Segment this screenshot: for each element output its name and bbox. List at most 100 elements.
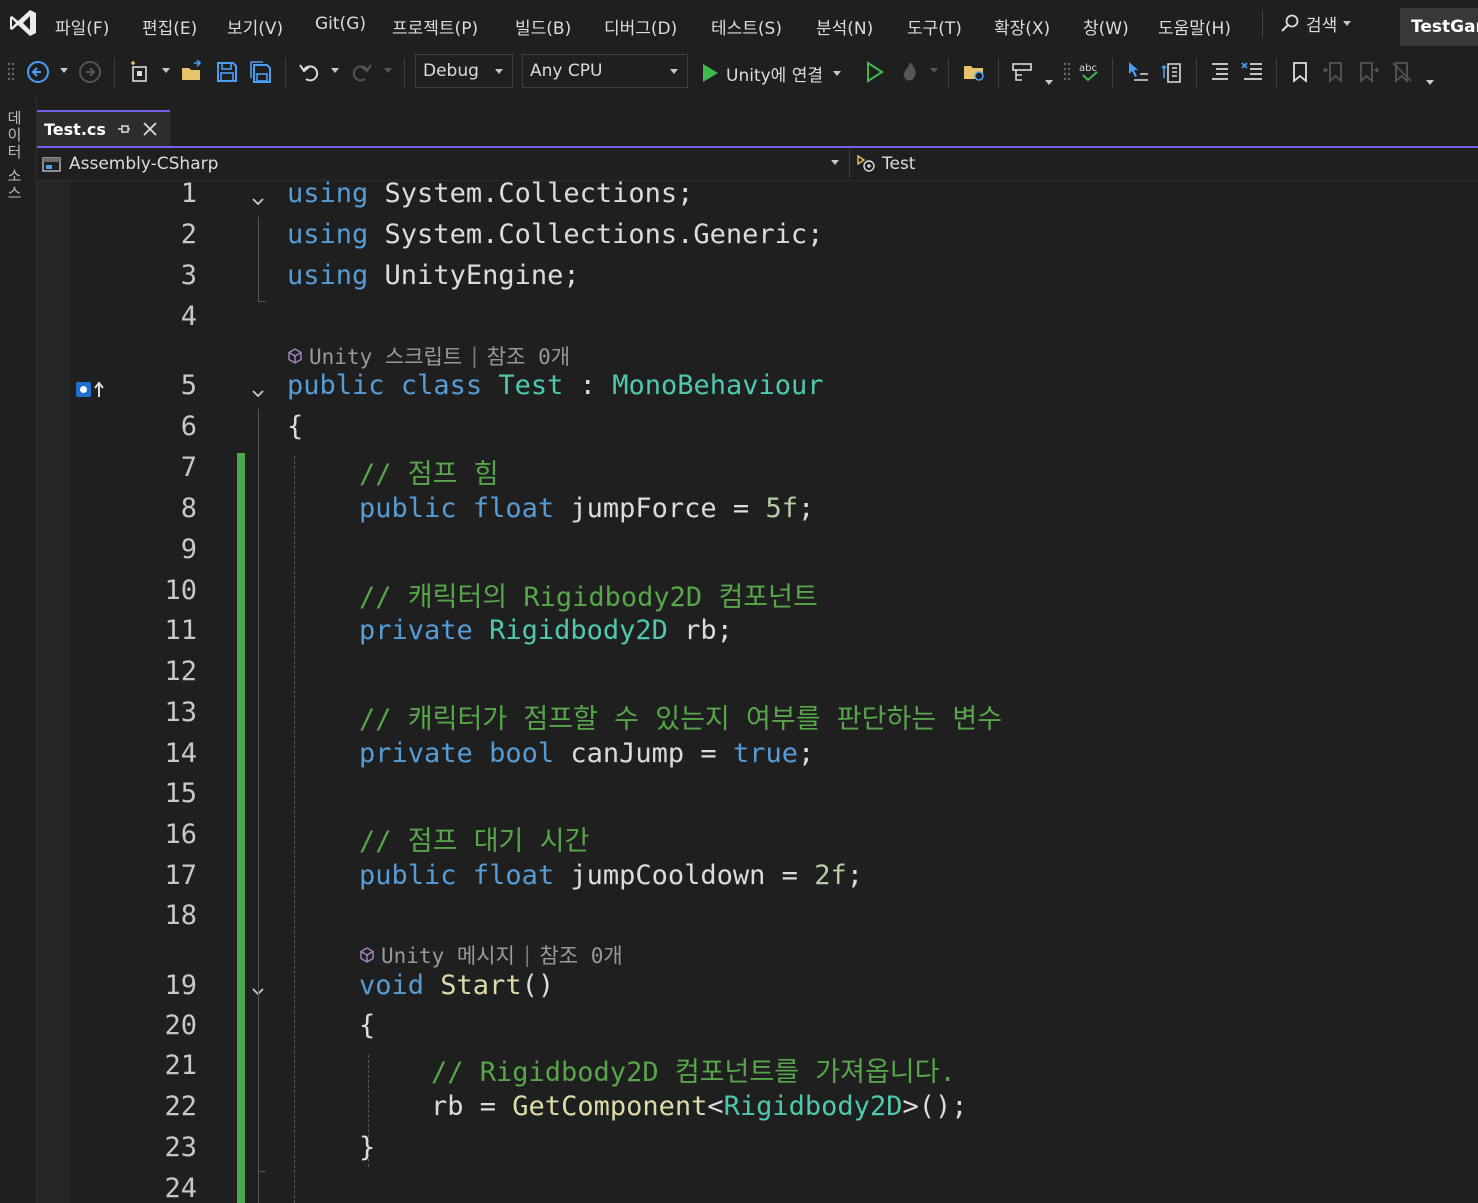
code-token: : xyxy=(579,370,596,401)
toolbar-separator xyxy=(1276,58,1277,88)
code-line[interactable]: // 캐릭터가 점프할 수 있는지 여부를 판단하는 변수 xyxy=(359,697,1002,736)
save-all-icon[interactable] xyxy=(249,60,273,84)
start-without-debugging-icon[interactable] xyxy=(862,60,886,84)
code-line[interactable]: private bool canJump = true; xyxy=(359,738,814,769)
menu-tools[interactable]: 도구(T) xyxy=(907,14,962,39)
codelens-references[interactable]: 참조 0개 xyxy=(487,341,570,371)
menu-window[interactable]: 창(W) xyxy=(1083,14,1129,39)
clear-bookmarks-icon[interactable] xyxy=(1390,60,1414,84)
code-line[interactable]: using System.Collections; xyxy=(287,181,693,209)
menu-debug[interactable]: 디버그(D) xyxy=(604,14,677,39)
code-token: System.Collections.Generic; xyxy=(384,219,824,250)
codelens-unity-label[interactable]: Unity 메시지 xyxy=(381,940,515,970)
pin-icon[interactable] xyxy=(116,121,132,137)
indent-guide xyxy=(294,456,295,1203)
type-dropdown[interactable]: Test xyxy=(849,150,915,178)
navigate-back-dropdown-icon[interactable] xyxy=(60,68,68,73)
toolbar-overflow-icon[interactable] xyxy=(1426,80,1434,85)
code-line[interactable]: { xyxy=(359,1010,375,1041)
save-icon[interactable] xyxy=(215,60,239,84)
solution-configuration-dropdown[interactable]: Debug xyxy=(415,54,513,88)
code-token: // 캐릭터의 Rigidbody2D 컴포넌트 xyxy=(359,582,818,613)
code-line[interactable]: // 점프 힘 xyxy=(359,452,499,491)
toolbar-grip-icon[interactable] xyxy=(1062,60,1072,84)
line-number: 24 xyxy=(164,1173,197,1203)
go-to-base-icon[interactable] xyxy=(75,379,107,401)
navigate-forward-icon[interactable] xyxy=(78,60,102,84)
next-bookmark-icon[interactable] xyxy=(1356,60,1380,84)
menu-project[interactable]: 프로젝트(P) xyxy=(392,14,478,39)
open-folder-in-explorer-icon[interactable] xyxy=(962,60,986,84)
code-line[interactable]: rb = GetComponent<Rigidbody2D>(); xyxy=(431,1091,967,1122)
attach-to-unity-button[interactable]: Unity에 연결 xyxy=(700,58,841,88)
code-line[interactable]: // 캐릭터의 Rigidbody2D 컴포넌트 xyxy=(359,575,818,614)
project-dropdown[interactable]: Assembly-CSharp xyxy=(41,150,844,178)
tab-test-cs[interactable]: Test.cs xyxy=(37,110,170,146)
solution-name-badge[interactable]: TestGan xyxy=(1400,8,1478,46)
unity-cube-icon xyxy=(288,348,302,364)
comment-lines-icon[interactable] xyxy=(1208,60,1232,84)
open-folder-icon[interactable] xyxy=(180,60,204,84)
chevron-down-icon xyxy=(831,160,839,165)
code-editor[interactable]: Unity 스크립트 | 참조 0개 Unity 메시지 | 참조 0개 1 us… xyxy=(37,181,1478,1203)
code-line[interactable]: using UnityEngine; xyxy=(287,260,580,291)
undo-icon[interactable] xyxy=(297,60,321,84)
navigate-back-icon[interactable] xyxy=(26,60,50,84)
previous-bookmark-icon[interactable] xyxy=(1322,60,1346,84)
copy-structure-icon[interactable] xyxy=(1160,60,1184,84)
project-name: Assembly-CSharp xyxy=(69,154,219,174)
collapse-region-icon[interactable] xyxy=(251,387,265,401)
menu-extensions[interactable]: 확장(X) xyxy=(994,14,1050,39)
hot-reload-dropdown-icon[interactable] xyxy=(930,68,938,73)
spell-check-icon[interactable]: abc xyxy=(1078,60,1102,84)
hot-reload-icon[interactable] xyxy=(898,60,922,84)
code-line[interactable]: public float jumpCooldown = 2f; xyxy=(359,860,863,891)
solution-explorer-icon[interactable] xyxy=(1010,60,1034,84)
chevron-down-icon[interactable] xyxy=(833,70,841,76)
select-cursor-icon[interactable] xyxy=(1126,60,1150,84)
new-project-icon[interactable] xyxy=(128,60,152,84)
codelens-method[interactable]: Unity 메시지 | 참조 0개 xyxy=(359,940,623,970)
menu-help[interactable]: 도움말(H) xyxy=(1158,14,1231,39)
code-line[interactable]: { xyxy=(287,411,303,442)
bookmark-icon[interactable] xyxy=(1288,60,1312,84)
code-token: jumpCooldown = xyxy=(570,860,798,891)
code-line[interactable]: using System.Collections.Generic; xyxy=(287,219,823,250)
code-token: < xyxy=(707,1091,724,1122)
undo-dropdown-icon[interactable] xyxy=(331,68,339,73)
codelens-class[interactable]: Unity 스크립트 | 참조 0개 xyxy=(287,341,570,371)
menu-analyze[interactable]: 분석(N) xyxy=(816,14,873,39)
menu-test[interactable]: 테스트(S) xyxy=(711,14,782,39)
code-line[interactable]: // Rigidbody2D 컴포넌트를 가져옵니다. xyxy=(431,1050,956,1089)
close-icon[interactable] xyxy=(142,121,158,137)
code-line[interactable]: // 점프 대기 시간 xyxy=(359,819,589,858)
codelens-unity-label[interactable]: Unity 스크립트 xyxy=(309,341,462,371)
code-token: float xyxy=(472,860,555,891)
new-project-dropdown-icon[interactable] xyxy=(162,68,170,73)
menu-git[interactable]: Git(G) xyxy=(315,14,366,34)
menu-bar: 파일(F) 편집(E) 보기(V) Git(G) 프로젝트(P) 빌드(B) 디… xyxy=(0,0,1478,50)
code-line[interactable]: void Start() xyxy=(359,970,554,1001)
code-token: // 캐릭터가 점프할 수 있는지 여부를 판단하는 변수 xyxy=(359,704,1003,735)
unity-cube-icon xyxy=(360,947,374,963)
toolbar-overflow-icon[interactable] xyxy=(1045,80,1053,85)
redo-dropdown-icon[interactable] xyxy=(384,68,392,73)
menu-file[interactable]: 파일(F) xyxy=(55,14,109,39)
menu-view[interactable]: 보기(V) xyxy=(227,14,283,39)
search-button[interactable]: 검색 xyxy=(1280,8,1352,38)
code-line[interactable]: public class Test : MonoBehaviour xyxy=(287,370,824,401)
toolbar-grip-icon[interactable] xyxy=(6,60,16,84)
collapse-region-icon[interactable] xyxy=(251,195,265,209)
visual-studio-logo-icon[interactable] xyxy=(8,8,38,38)
data-sources-tab[interactable]: 데이터 소스 xyxy=(4,110,25,202)
code-line[interactable]: private Rigidbody2D rb; xyxy=(359,615,733,646)
line-number: 21 xyxy=(164,1050,197,1081)
uncomment-lines-icon[interactable] xyxy=(1240,60,1264,84)
redo-icon[interactable] xyxy=(350,60,374,84)
codelens-references[interactable]: 참조 0개 xyxy=(539,940,622,970)
code-line[interactable]: } xyxy=(359,1132,375,1163)
code-line[interactable]: public float jumpForce = 5f; xyxy=(359,493,814,524)
solution-platform-dropdown[interactable]: Any CPU xyxy=(522,54,688,88)
menu-edit[interactable]: 편집(E) xyxy=(142,14,197,39)
menu-build[interactable]: 빌드(B) xyxy=(515,14,571,39)
